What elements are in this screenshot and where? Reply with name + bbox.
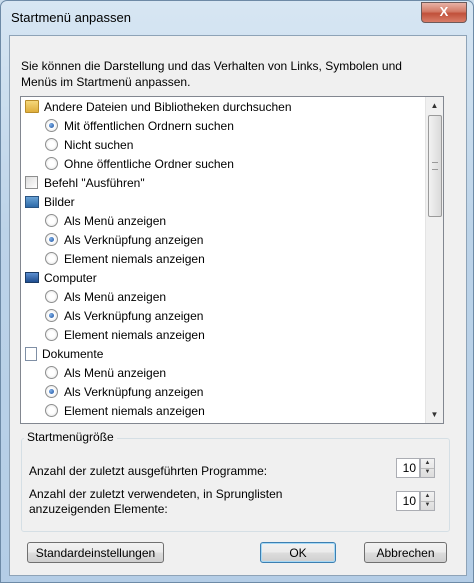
tree-radio-option[interactable]: Element niemals anzeigen — [45, 402, 205, 421]
tree-category: Computer — [25, 269, 97, 288]
jumplist-items-label: Anzahl der zuletzt verwendeten, in Sprun… — [29, 487, 283, 516]
tree-item-label: Element niemals anzeigen — [64, 404, 205, 418]
radio-button[interactable] — [45, 328, 58, 342]
tree-radio-option[interactable]: Ohne öffentliche Ordner suchen — [45, 155, 234, 174]
radio-button[interactable] — [45, 138, 58, 152]
tree-checkbox-option[interactable]: Befehl "Ausführen" — [25, 174, 145, 193]
tree-category: Dokumente — [25, 345, 103, 364]
scroll-up-arrow-icon[interactable]: ▲ — [426, 97, 443, 114]
start-menu-size-title: Startmenügröße — [24, 430, 117, 444]
tree-item-label: Als Menü anzeigen — [64, 214, 167, 228]
jumplist-items-spinner[interactable]: ▲ ▼ — [420, 491, 435, 511]
radio-button[interactable] — [45, 404, 58, 418]
tree-item-label: Nicht suchen — [64, 138, 134, 152]
cancel-button[interactable]: Abbrechen — [364, 542, 447, 563]
tree-radio-option[interactable]: Element niemals anzeigen — [45, 326, 205, 345]
tree-item-label: Element niemals anzeigen — [64, 252, 205, 266]
recent-programs-input[interactable]: 10 — [396, 458, 420, 478]
recent-programs-spinner[interactable]: ▲ ▼ — [420, 458, 435, 478]
ok-button[interactable]: OK — [260, 542, 336, 563]
tree-item-label: Als Verknüpfung anzeigen — [64, 233, 204, 247]
title-bar[interactable]: Startmenü anpassen X — [1, 1, 473, 35]
tree-item-label: Mit öffentlichen Ordnern suchen — [64, 119, 234, 133]
radio-button[interactable] — [45, 214, 58, 228]
tree-radio-option[interactable]: Als Menü anzeigen — [45, 288, 166, 307]
tree-category: Andere Dateien und Bibliotheken durchsuc… — [25, 98, 292, 117]
scroll-thumb[interactable] — [428, 115, 442, 217]
tree-radio-option[interactable]: Als Verknüpfung anzeigen — [45, 231, 203, 250]
radio-button[interactable] — [45, 309, 58, 323]
tree-item-label: Als Menü anzeigen — [64, 366, 167, 380]
grip-icon — [432, 162, 438, 170]
tree-category: Bilder — [25, 193, 75, 212]
tree-radio-option[interactable]: Als Verknüpfung anzeigen — [45, 383, 203, 402]
spin-down-icon[interactable]: ▼ — [421, 468, 434, 477]
recent-programs-label: Anzahl der zuletzt ausgeführten Programm… — [29, 464, 268, 478]
tree-item-label: Bilder — [44, 195, 75, 209]
computer-icon — [25, 272, 39, 284]
radio-button[interactable] — [45, 290, 58, 304]
tree-radio-option[interactable]: Element niemals anzeigen — [45, 250, 205, 269]
tree-item-label: Als Verknüpfung anzeigen — [64, 385, 204, 399]
tree-vertical-scrollbar[interactable]: ▲ ▼ — [425, 97, 443, 423]
radio-button[interactable] — [45, 119, 58, 133]
folder-icon — [25, 100, 39, 114]
radio-button[interactable] — [45, 366, 58, 380]
dialog-client-area: Sie können die Darstellung und das Verha… — [9, 35, 467, 576]
radio-button[interactable] — [45, 157, 58, 171]
spin-down-icon[interactable]: ▼ — [421, 501, 434, 510]
tree-radio-option[interactable]: Als Menü anzeigen — [45, 364, 166, 383]
tree-item-label: Element niemals anzeigen — [64, 328, 205, 342]
tree-radio-option[interactable]: Als Menü anzeigen — [45, 212, 166, 231]
radio-button[interactable] — [45, 252, 58, 266]
tree-item-label: Ohne öffentliche Ordner suchen — [64, 157, 234, 171]
tree-item-label: Andere Dateien und Bibliotheken durchsuc… — [44, 100, 292, 114]
tree-radio-option[interactable]: Nicht suchen — [45, 136, 133, 155]
tree-item-label: Computer — [44, 271, 97, 285]
tree-radio-option[interactable]: Mit öffentlichen Ordnern suchen — [45, 117, 234, 136]
radio-button[interactable] — [45, 385, 58, 399]
radio-button[interactable] — [45, 233, 58, 247]
dialog-description: Sie können die Darstellung und das Verha… — [21, 59, 402, 89]
pictures-icon — [25, 195, 39, 208]
tree-item-label: Dokumente — [42, 347, 104, 361]
restore-defaults-button[interactable]: Standardeinstellungen — [27, 542, 164, 563]
start-menu-options-tree: Andere Dateien und Bibliotheken durchsuc… — [20, 96, 444, 424]
checkbox[interactable] — [25, 176, 38, 190]
tree-item-label: Befehl "Ausführen" — [44, 176, 145, 190]
dialog-window: Startmenü anpassen X Sie können die Dars… — [0, 0, 474, 583]
start-menu-size-group — [21, 438, 450, 532]
window-title: Startmenü anpassen — [11, 10, 131, 25]
documents-icon — [25, 346, 37, 361]
jumplist-items-input[interactable]: 10 — [396, 491, 420, 511]
scroll-down-arrow-icon[interactable]: ▼ — [426, 406, 443, 423]
tree-item-label: Als Menü anzeigen — [64, 290, 167, 304]
tree-item-label: Als Verknüpfung anzeigen — [64, 309, 204, 323]
tree-radio-option[interactable]: Als Verknüpfung anzeigen — [45, 307, 203, 326]
close-button[interactable]: X — [421, 2, 467, 23]
